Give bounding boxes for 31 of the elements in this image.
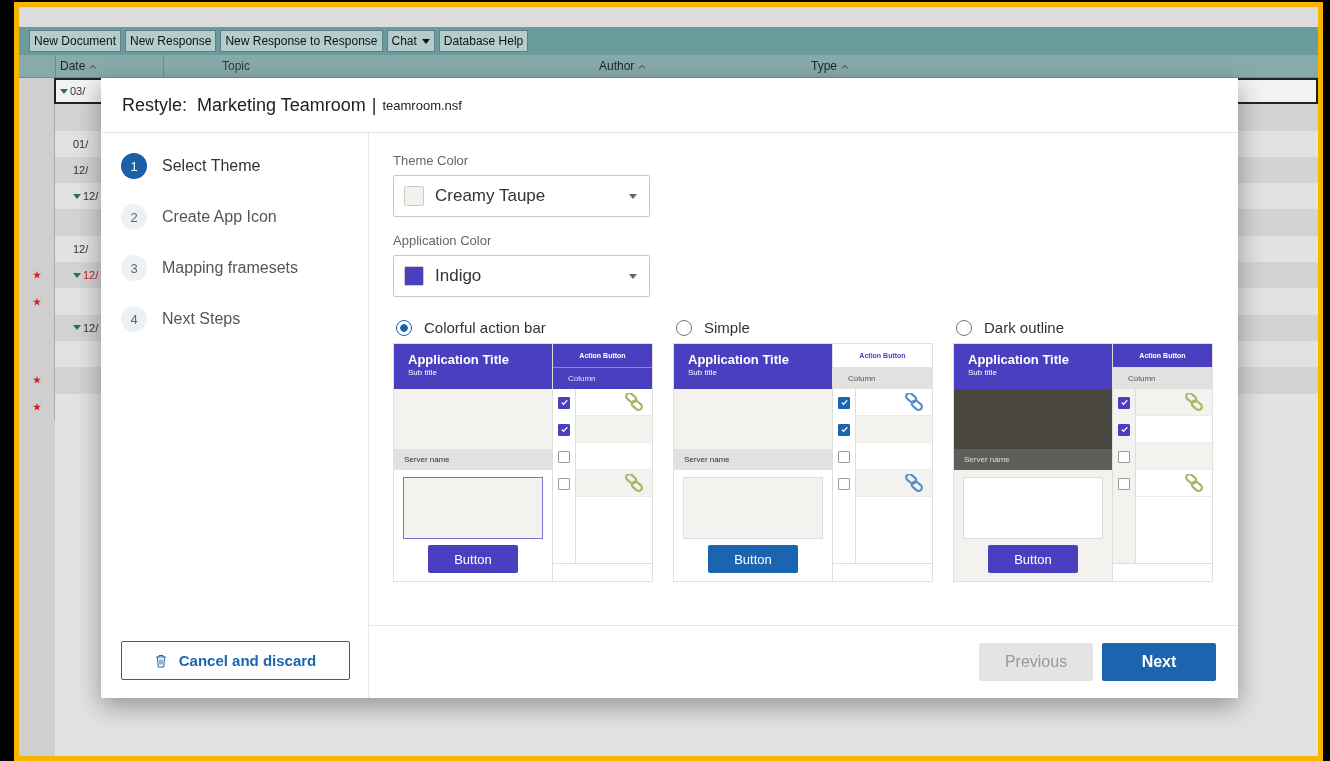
preview-sub-title: Sub title — [968, 368, 998, 377]
preview-app-title: Application Title — [688, 352, 790, 367]
preview-button: Button — [988, 545, 1078, 573]
date-cell: 12/ — [83, 321, 99, 334]
field-label: Application Color — [393, 233, 493, 248]
preview-column-header: Column — [1113, 367, 1212, 389]
preview-button: Button — [428, 545, 518, 573]
title-separator: | — [371, 94, 377, 116]
preview-server-name: Server name — [964, 455, 1010, 464]
file-name: teamroom.nsf — [382, 97, 462, 113]
date-cell: 12/ — [83, 190, 99, 203]
preview-app-title: Application Title — [408, 352, 510, 367]
dialog-title: Restyle: Marketing Teamroom — [122, 94, 366, 116]
date-cell: 12/ — [73, 242, 89, 255]
field-label: Theme Color — [393, 153, 470, 168]
preview-app-title: Application Title — [968, 352, 1070, 367]
preview-sub-title: Sub title — [408, 368, 438, 377]
date-cell: 03/ — [70, 85, 86, 98]
preview-server-name: Server name — [404, 455, 450, 464]
preview-server-name: Server name — [684, 455, 730, 464]
date-cell: 12/ — [73, 164, 89, 177]
step-number: 2 — [121, 204, 147, 230]
date-cell: 12/ — [83, 269, 99, 282]
preview-column-header: Column — [833, 367, 932, 389]
step-number: 1 — [121, 153, 147, 179]
step-number: 3 — [121, 255, 147, 281]
preview-sub-title: Sub title — [688, 368, 718, 377]
preview-button: Button — [708, 545, 798, 573]
step-number: 4 — [121, 306, 147, 332]
date-cell: 01/ — [73, 137, 89, 150]
preview-column-header: Column — [553, 367, 652, 389]
